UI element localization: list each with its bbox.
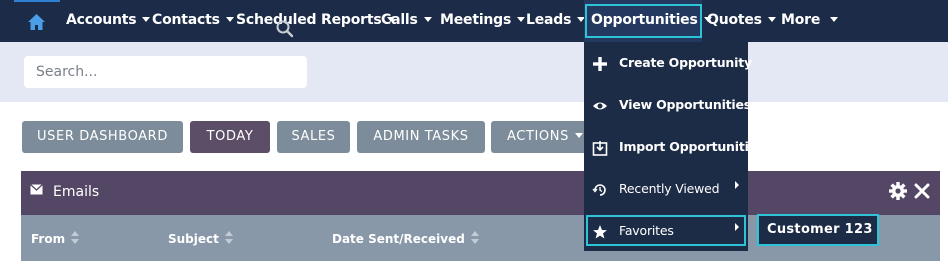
menu-item-label: Create Opportunity — [619, 55, 752, 70]
nav-meetings[interactable]: Meetings — [440, 0, 526, 42]
nav-label: Calls — [381, 12, 418, 28]
menu-item-label: Recently Viewed — [619, 181, 720, 196]
caret-down-icon — [225, 17, 234, 22]
menu-item-label: Import Opportunities — [619, 139, 765, 154]
plus-icon — [593, 57, 607, 71]
close-icon[interactable] — [914, 183, 930, 199]
caret-down-icon — [517, 17, 526, 22]
dashlet-header — [21, 171, 940, 215]
column-label: From — [31, 232, 66, 246]
column-label: Date Sent/Received — [332, 232, 465, 246]
caret-down-icon — [830, 17, 839, 22]
favorites-submenu[interactable]: Customer 123 — [757, 214, 879, 246]
caret-down-icon — [574, 133, 583, 138]
favorite-item-label: Customer 123 — [767, 222, 873, 237]
menu-item-view-opportunities[interactable]: View Opportunities — [584, 84, 752, 126]
eye-icon — [593, 102, 607, 110]
favorites-focus-highlight — [586, 215, 746, 246]
sort-icon — [71, 231, 80, 244]
caret-down-icon — [142, 17, 151, 22]
tab-actions-label: ACTIONS — [507, 129, 569, 144]
nav-label: Accounts — [66, 12, 137, 28]
column-subject[interactable]: Subject — [168, 231, 233, 246]
home-icon — [28, 14, 45, 30]
tab-admin-tasks[interactable]: ADMIN TASKS — [357, 121, 485, 153]
caret-down-icon — [423, 17, 432, 22]
search-icon[interactable] — [276, 20, 294, 38]
history-icon — [592, 184, 606, 196]
menu-item-label: View Opportunities — [619, 97, 752, 112]
nav-more[interactable]: More — [781, 0, 839, 42]
tab-sales[interactable]: SALES — [277, 121, 350, 153]
nav-label: Leads — [526, 12, 572, 28]
search-input[interactable] — [36, 62, 266, 82]
nav-focus-highlight — [585, 4, 702, 38]
tab-today[interactable]: TODAY — [190, 121, 270, 153]
search-band — [0, 42, 948, 102]
home-button[interactable] — [14, 0, 60, 42]
menu-item-create-opportunity[interactable]: Create Opportunity — [584, 42, 752, 84]
dashlet-title: Emails — [53, 184, 100, 200]
nav-label: Quotes — [707, 12, 762, 28]
search-box — [24, 56, 307, 88]
nav-label: More — [781, 12, 821, 28]
sort-icon — [224, 231, 233, 244]
nav-leads[interactable]: Leads — [526, 0, 586, 42]
tab-user-dashboard[interactable]: USER DASHBOARD — [22, 121, 183, 153]
nav-label: Contacts — [152, 12, 220, 28]
nav-scheduled-reports[interactable]: Scheduled Reports — [236, 0, 396, 42]
nav-label: Meetings — [440, 12, 512, 28]
nav-label: Scheduled Reports — [236, 12, 382, 28]
column-from[interactable]: From — [31, 231, 80, 246]
menu-item-import-opportunities[interactable]: Import Opportunities — [584, 126, 764, 168]
sort-icon — [470, 231, 479, 244]
nav-accounts[interactable]: Accounts — [66, 0, 151, 42]
column-date-sent-received[interactable]: Date Sent/Received — [332, 231, 479, 246]
menu-item-recently-viewed[interactable]: Recently Viewed — [584, 168, 748, 210]
caret-down-icon — [767, 17, 776, 22]
gear-icon[interactable] — [888, 181, 908, 201]
chevron-right-icon — [735, 181, 739, 189]
mail-icon — [30, 184, 43, 195]
column-label: Subject — [168, 232, 219, 246]
import-icon — [592, 141, 608, 156]
nav-calls[interactable]: Calls — [381, 0, 432, 42]
nav-contacts[interactable]: Contacts — [152, 0, 234, 42]
nav-quotes[interactable]: Quotes — [707, 0, 776, 42]
